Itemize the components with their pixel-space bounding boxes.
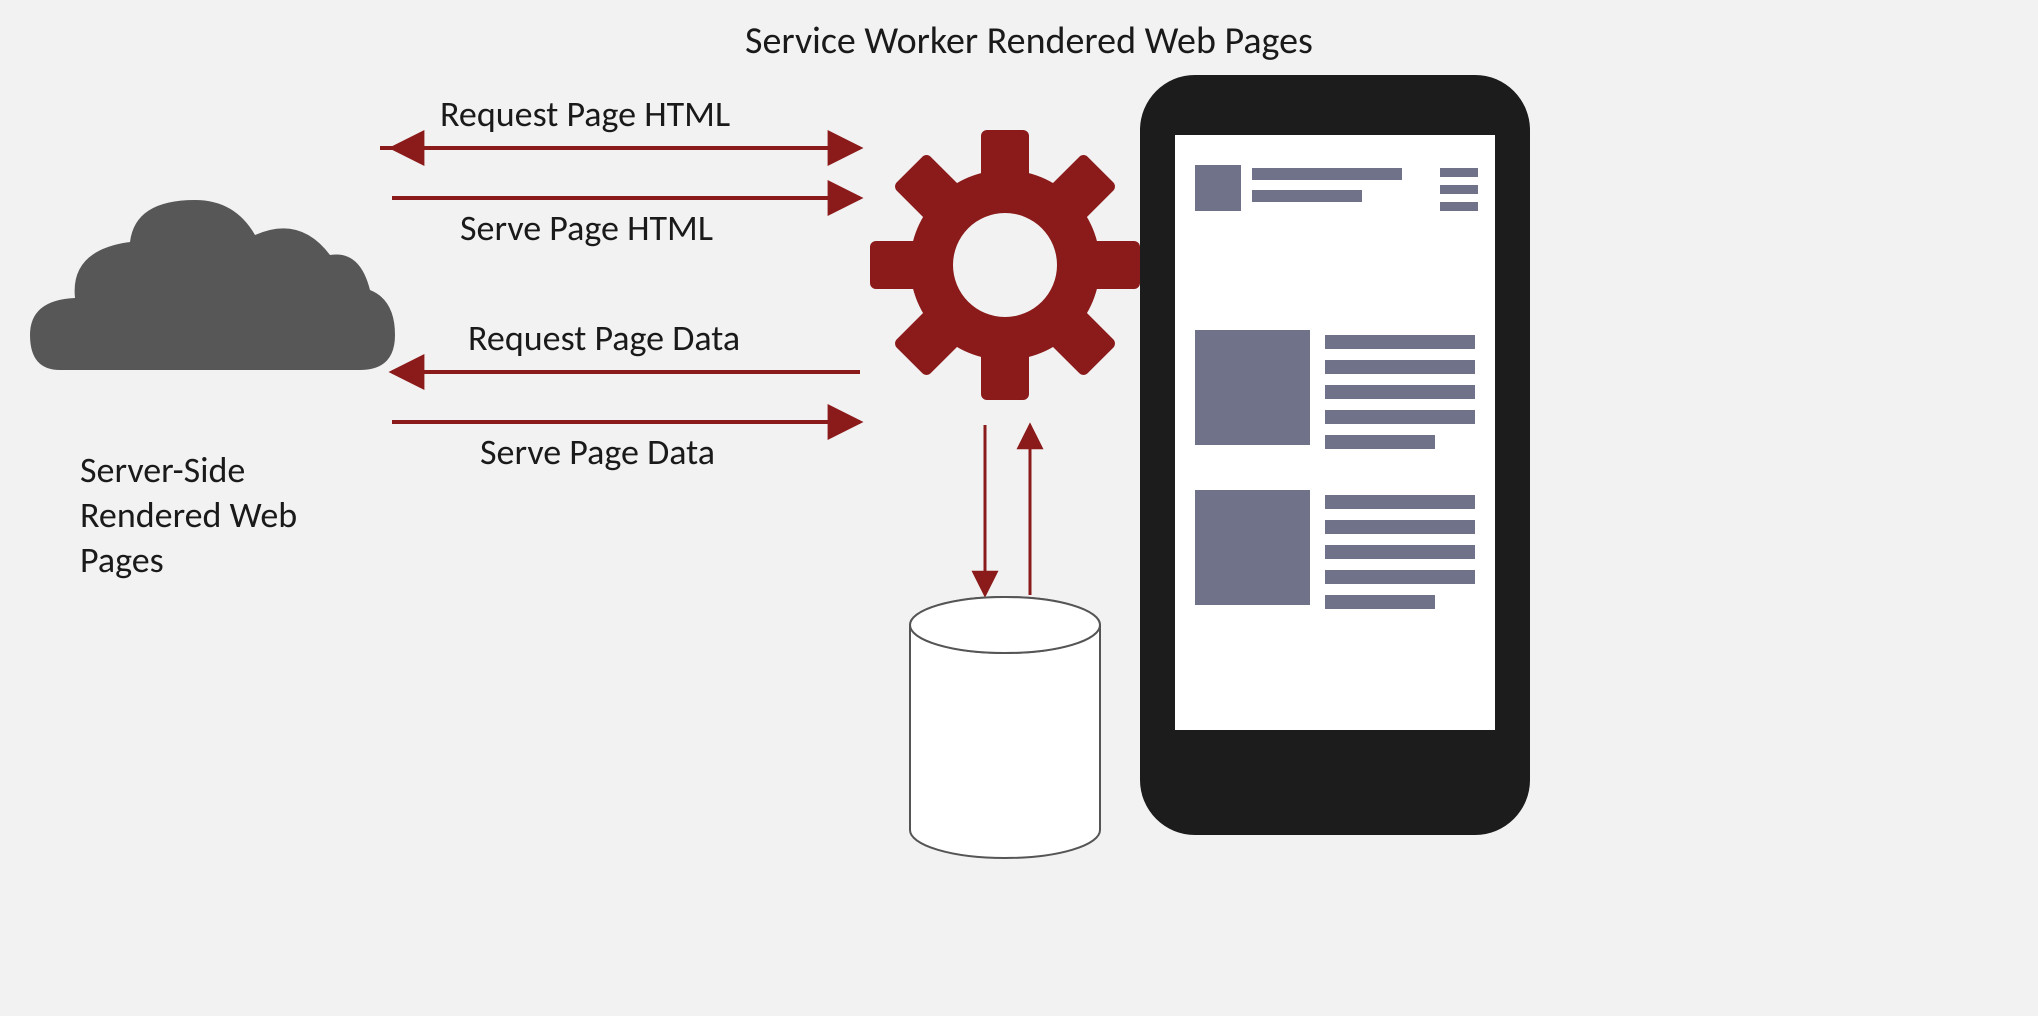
phone-icon xyxy=(1140,75,1530,835)
diagram-root: Service Worker Rendered Web Pages Server… xyxy=(0,0,2038,1016)
cloud-icon xyxy=(30,200,395,370)
horizontal-arrows xyxy=(392,148,860,422)
vertical-arrows xyxy=(985,425,1030,595)
gear-icon xyxy=(814,74,1196,456)
cache-icon xyxy=(910,597,1100,858)
diagram-canvas xyxy=(0,0,2038,1016)
